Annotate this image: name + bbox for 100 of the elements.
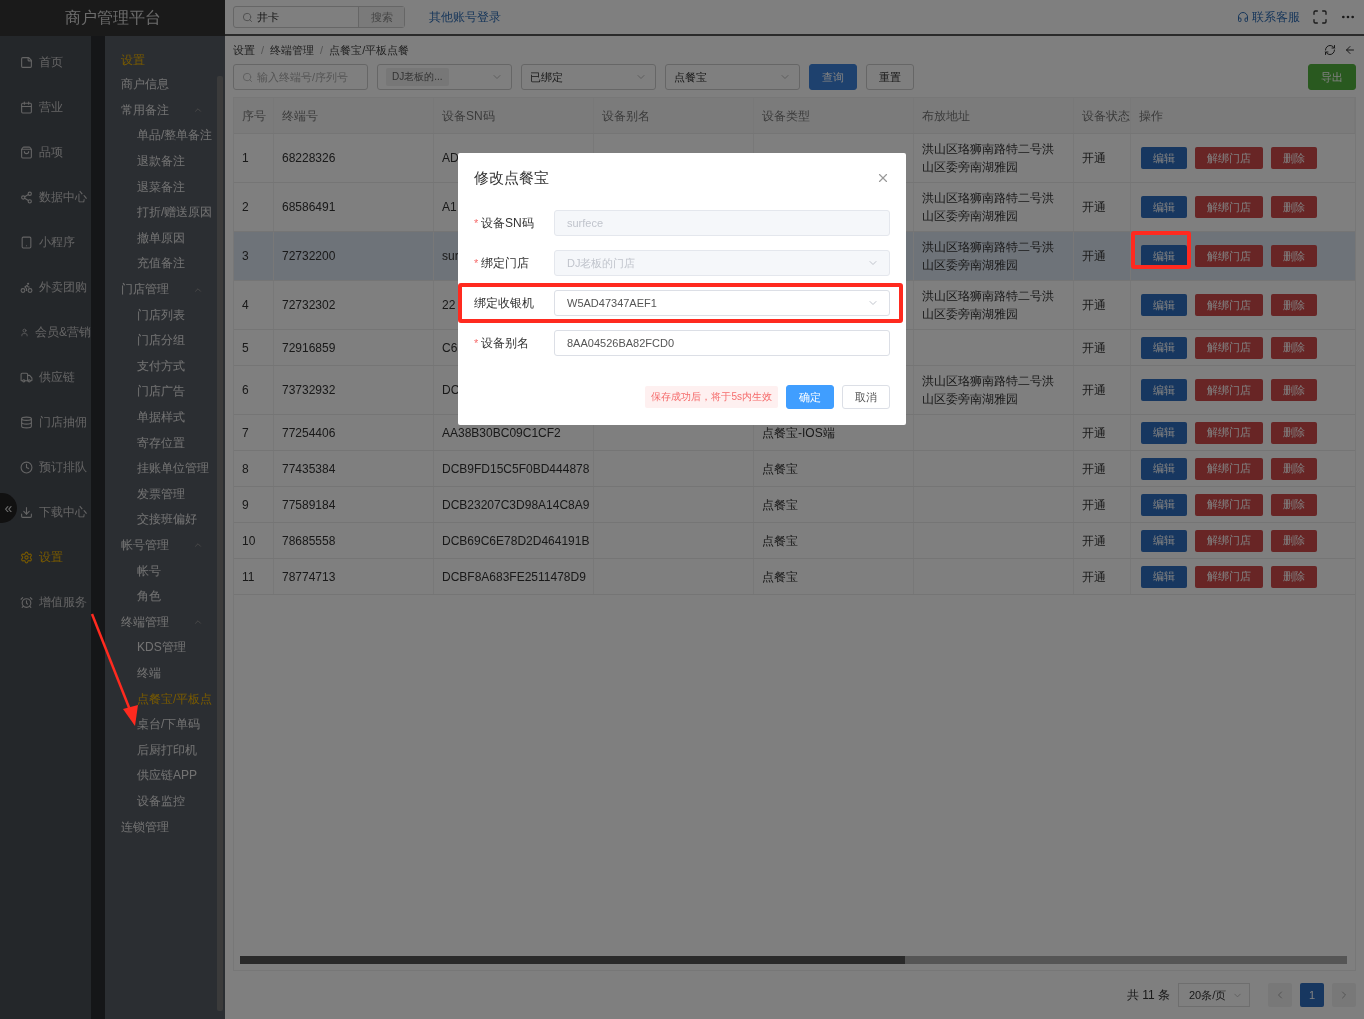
danger-button[interactable]: 解绑门店 <box>1195 379 1263 401</box>
table-row[interactable]: 11 78774713 DCBF8A683FE2511478D9 点餐宝 开通 编辑 解绑门店 删除 <box>234 559 1355 595</box>
nav-item[interactable]: 品项 <box>0 140 91 165</box>
support-link[interactable]: 联系客服 <box>1237 8 1300 26</box>
filter-select[interactable]: 已绑定 <box>521 64 656 90</box>
edit-button[interactable]: 编辑 <box>1141 421 1187 444</box>
nav-item[interactable]: 门店抽佣 <box>0 410 91 435</box>
alarm-clock-icon <box>20 596 33 609</box>
danger-button[interactable]: 解绑门店 <box>1195 294 1263 316</box>
status-cell-text: 开通 <box>1082 460 1106 478</box>
query-button[interactable]: 查询 <box>809 64 857 90</box>
required-mark: * <box>474 257 480 269</box>
column-header: 终端号 <box>274 98 434 133</box>
table-row[interactable]: 9 77589184 DCB23207C3D98A14C8A9 点餐宝 开通 编辑 解绑门店 删除 <box>234 487 1355 523</box>
other-account-link[interactable]: 其他账号登录 <box>429 8 501 26</box>
page-button[interactable]: 1 <box>1300 983 1324 1007</box>
cancel-button[interactable]: 取消 <box>842 385 890 409</box>
submenu-item[interactable]: 充值备注 <box>105 251 215 277</box>
edit-button[interactable]: 编辑 <box>1141 379 1187 401</box>
fullscreen-icon[interactable] <box>1312 9 1328 25</box>
select-value: 已绑定 <box>530 69 563 85</box>
danger-button[interactable]: 解绑门店 <box>1195 245 1263 267</box>
danger-button[interactable]: 删除 <box>1271 529 1317 552</box>
breadcrumb-item[interactable]: 终端管理 <box>270 42 315 58</box>
nav-item[interactable]: 外卖团购 <box>0 275 91 300</box>
export-button[interactable]: 导出 <box>1308 64 1356 90</box>
danger-button[interactable]: 解绑门店 <box>1195 421 1263 444</box>
store-select[interactable]: DJ老板的... <box>377 64 512 90</box>
danger-button[interactable]: 删除 <box>1271 457 1317 480</box>
nav-item[interactable]: 供应链 <box>0 365 91 390</box>
nav-item[interactable]: 首页 <box>0 50 91 75</box>
danger-button[interactable]: 删除 <box>1271 421 1317 444</box>
submenu-item[interactable]: 退菜备注 <box>105 174 215 200</box>
submenu-item[interactable]: 点餐宝/平板点 <box>105 686 215 712</box>
breadcrumb-separator: / <box>320 44 324 56</box>
submenu-item[interactable]: 角色 <box>105 583 215 610</box>
danger-button[interactable]: 删除 <box>1271 147 1317 169</box>
danger-button[interactable]: 删除 <box>1271 294 1317 316</box>
edit-button[interactable]: 编辑 <box>1141 565 1187 588</box>
close-button[interactable] <box>876 171 890 185</box>
submenu-item[interactable]: 桌台/下单码 <box>105 711 215 738</box>
submenu-item[interactable]: 终端 <box>105 660 215 687</box>
danger-button[interactable]: 解绑门店 <box>1195 493 1263 516</box>
danger-button[interactable]: 删除 <box>1271 379 1317 401</box>
danger-button[interactable]: 解绑门店 <box>1195 336 1263 359</box>
edit-button[interactable]: 编辑 <box>1141 147 1187 169</box>
submenu-item[interactable]: 单品/整单备注 <box>105 123 215 149</box>
refresh-icon[interactable] <box>1324 44 1336 56</box>
submenu-item[interactable]: 门店广告 <box>105 379 215 405</box>
nav-item[interactable]: 营业 <box>0 95 91 120</box>
edit-button[interactable]: 编辑 <box>1141 493 1187 516</box>
danger-button[interactable]: 解绑门店 <box>1195 529 1263 552</box>
select-field[interactable]: W5AD47347AEF1 <box>554 290 890 316</box>
danger-button[interactable]: 删除 <box>1271 245 1317 267</box>
edit-button[interactable]: 编辑 <box>1141 245 1187 267</box>
danger-button[interactable]: 解绑门店 <box>1195 147 1263 169</box>
danger-button[interactable]: 解绑门店 <box>1195 457 1263 480</box>
submenu-item[interactable]: 支付方式 <box>105 353 215 380</box>
table-row[interactable]: 8 77435384 DCB9FD15C5F0BD444878 点餐宝 开通 编辑 解绑门店 删除 <box>234 451 1355 487</box>
submenu-group[interactable]: 常用备注 <box>105 97 215 124</box>
scrollbar-thumb[interactable] <box>240 956 905 964</box>
sn-cell-text: AD <box>442 150 459 167</box>
danger-button[interactable]: 删除 <box>1271 493 1317 516</box>
type-cell-text: 点餐宝 <box>762 568 798 586</box>
reset-button[interactable]: 重置 <box>866 64 914 90</box>
filter-select[interactable]: 点餐宝 <box>665 64 800 90</box>
edit-button[interactable]: 编辑 <box>1141 196 1187 218</box>
danger-button[interactable]: 解绑门店 <box>1195 196 1263 218</box>
confirm-button[interactable]: 确定 <box>786 385 834 409</box>
database-icon <box>20 416 33 429</box>
danger-button[interactable]: 删除 <box>1271 336 1317 359</box>
table-row[interactable]: 10 78685558 DCB69C6E78D2D464191B 点餐宝 开通 编辑 解绑门店 删除 <box>234 523 1355 559</box>
nav-item[interactable]: 小程序 <box>0 230 91 255</box>
submenu-item[interactable]: 帐号 <box>105 558 215 584</box>
breadcrumb-item[interactable]: 点餐宝/平板点餐 <box>329 42 410 58</box>
breadcrumb-item[interactable]: 设置 <box>233 42 255 58</box>
back-icon[interactable] <box>1344 44 1356 56</box>
submenu-item[interactable]: 门店分组 <box>105 327 215 354</box>
input-field[interactable]: 8AA04526BA82FCD0 <box>554 330 890 356</box>
edit-button[interactable]: 编辑 <box>1141 336 1187 359</box>
danger-button[interactable]: 删除 <box>1271 196 1317 218</box>
submenu-item[interactable]: 退款备注 <box>105 148 215 175</box>
submenu-item[interactable]: 交接班偏好 <box>105 507 215 533</box>
address-cell-text: 洪山区珞狮南路特二号洪山区委旁南湖雅园 <box>922 288 1055 323</box>
download-icon <box>20 506 33 519</box>
page-size-select[interactable]: 20条/页 <box>1178 983 1250 1007</box>
index-cell-text: 8 <box>242 460 249 478</box>
edit-button[interactable]: 编辑 <box>1141 294 1187 316</box>
edit-button[interactable]: 编辑 <box>1141 457 1187 480</box>
submenu-item[interactable]: 门店列表 <box>105 302 215 328</box>
submenu-item[interactable]: 商户信息 <box>105 72 215 98</box>
status-cell-text: 开通 <box>1082 150 1106 167</box>
calendar-icon <box>20 101 33 114</box>
search-icon <box>242 71 253 83</box>
store-tag: DJ老板的... <box>386 68 449 86</box>
danger-button[interactable]: 删除 <box>1271 565 1317 588</box>
edit-button[interactable]: 编辑 <box>1141 529 1187 552</box>
danger-button[interactable]: 解绑门店 <box>1195 565 1263 588</box>
submenu-item[interactable]: 供应链APP <box>105 763 215 789</box>
nav-item[interactable]: 设置 <box>0 545 91 570</box>
